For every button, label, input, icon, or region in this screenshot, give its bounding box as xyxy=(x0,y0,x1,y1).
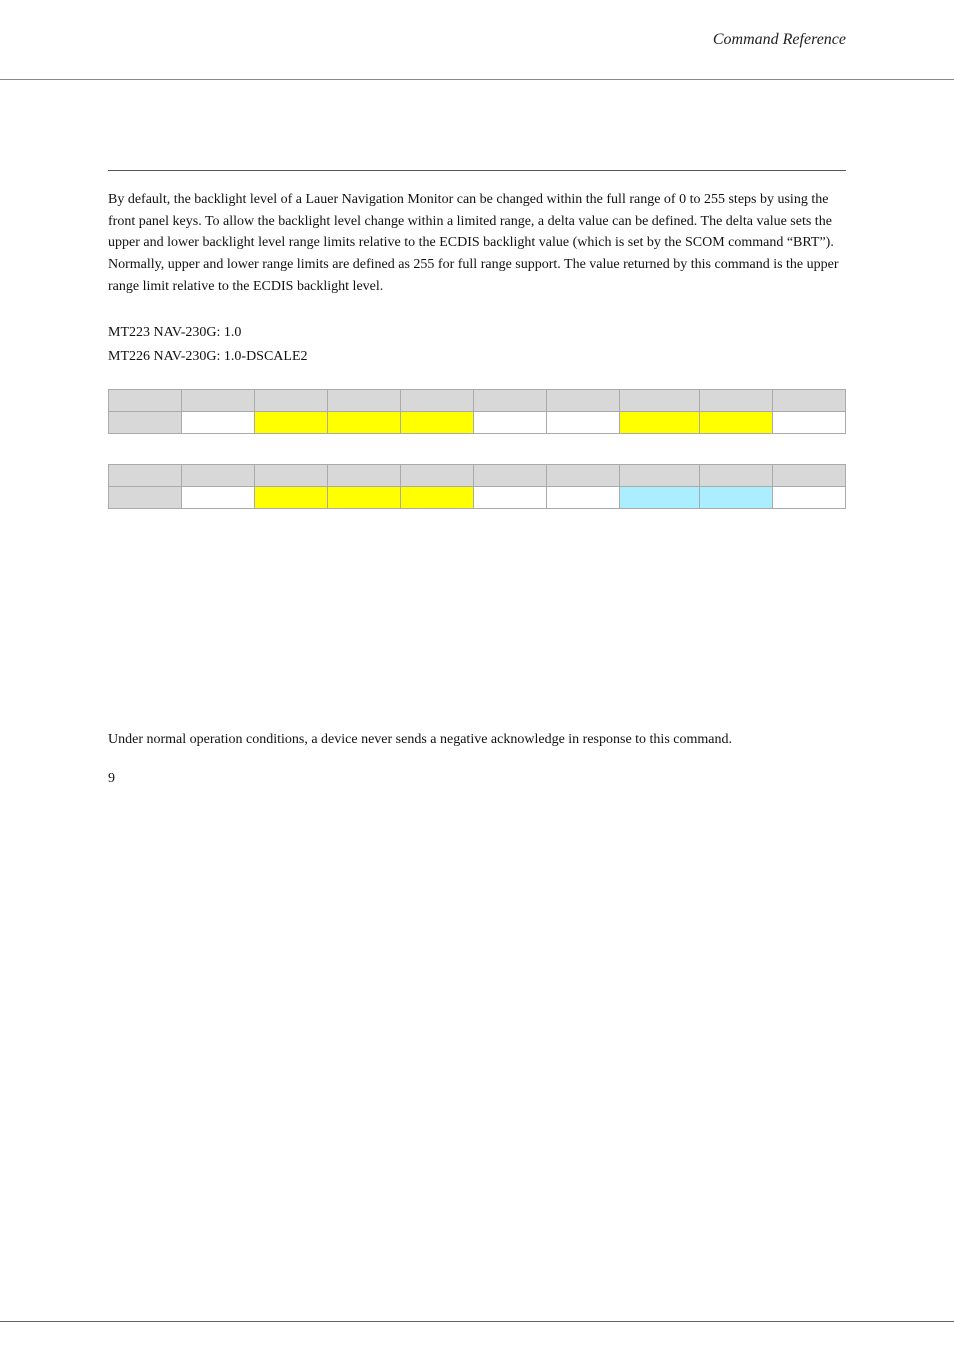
table-cell xyxy=(109,487,182,509)
table-cell xyxy=(401,390,474,412)
main-content: By default, the backlight level of a Lau… xyxy=(108,80,846,1321)
table-cell xyxy=(328,487,401,509)
table-cell xyxy=(328,390,401,412)
lower-description: Under normal operation conditions, a dev… xyxy=(108,729,846,751)
table-cell xyxy=(182,465,255,487)
table-cell xyxy=(474,412,547,434)
version-line-1: MT223 NAV-230G: 1.0 xyxy=(108,321,846,345)
table-cell xyxy=(182,390,255,412)
header-title: Command Reference xyxy=(713,31,846,49)
table-cell xyxy=(255,412,328,434)
table-cell xyxy=(255,487,328,509)
page-footer xyxy=(0,1321,954,1351)
page-header: Command Reference xyxy=(0,0,954,80)
table-cell xyxy=(700,390,773,412)
table-row xyxy=(109,390,846,412)
table-cell xyxy=(773,390,846,412)
table-cell xyxy=(182,412,255,434)
table-cell xyxy=(773,465,846,487)
table-cell xyxy=(547,390,620,412)
table-cell xyxy=(700,487,773,509)
page-number: 9 xyxy=(108,771,846,787)
table-cell xyxy=(328,465,401,487)
table-cell xyxy=(620,465,700,487)
table-cell xyxy=(547,465,620,487)
table-cell xyxy=(109,412,182,434)
data-table-1 xyxy=(108,389,846,434)
table-cell xyxy=(474,465,547,487)
table-cell xyxy=(620,390,700,412)
table-cell xyxy=(620,487,700,509)
table-cell xyxy=(547,487,620,509)
table-1-section xyxy=(108,389,846,434)
table-2-section xyxy=(108,464,846,509)
table-row xyxy=(109,487,846,509)
table-cell xyxy=(109,465,182,487)
table-cell xyxy=(401,412,474,434)
page: Command Reference By default, the backli… xyxy=(0,0,954,1351)
data-table-2 xyxy=(108,464,846,509)
table-cell xyxy=(547,412,620,434)
version-lines: MT223 NAV-230G: 1.0 MT226 NAV-230G: 1.0-… xyxy=(108,321,846,369)
table-cell xyxy=(700,465,773,487)
table-cell xyxy=(620,412,700,434)
table-cell xyxy=(401,487,474,509)
table-cell xyxy=(773,487,846,509)
table-cell xyxy=(182,487,255,509)
table-row xyxy=(109,412,846,434)
table-row xyxy=(109,465,846,487)
table-cell xyxy=(773,412,846,434)
table-cell xyxy=(401,465,474,487)
table-cell xyxy=(328,412,401,434)
table-cell xyxy=(474,390,547,412)
table-cell xyxy=(109,390,182,412)
table-cell xyxy=(255,465,328,487)
table-cell xyxy=(474,487,547,509)
version-line-2: MT226 NAV-230G: 1.0-DSCALE2 xyxy=(108,345,846,369)
table-cell xyxy=(255,390,328,412)
table-cell xyxy=(700,412,773,434)
description-text: By default, the backlight level of a Lau… xyxy=(108,189,846,297)
top-divider xyxy=(108,170,846,171)
